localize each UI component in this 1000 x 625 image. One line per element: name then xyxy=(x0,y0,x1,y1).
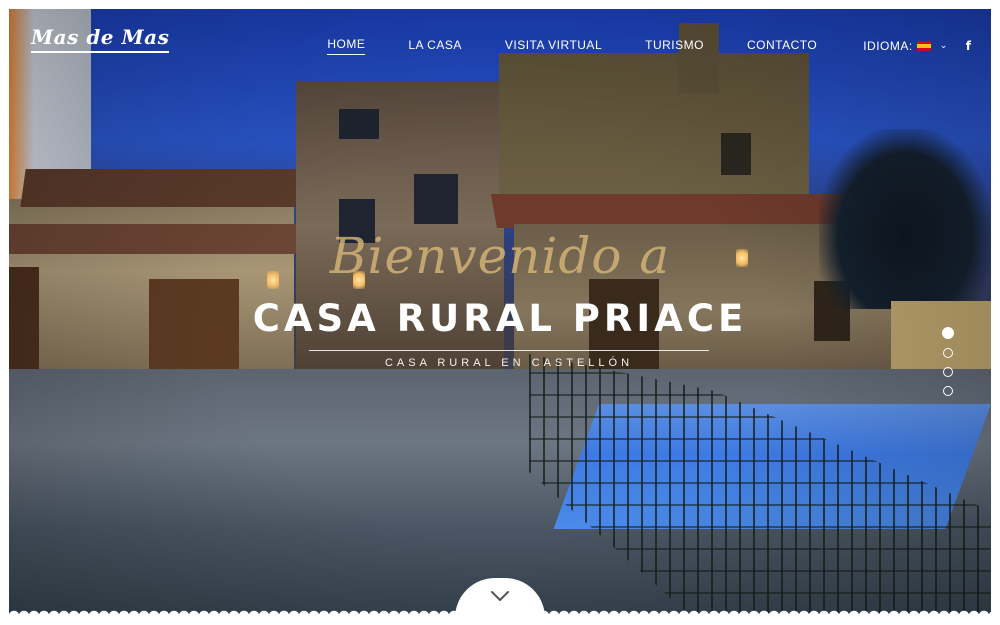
slider-dot-4[interactable] xyxy=(943,386,953,396)
language-selector[interactable]: IDIOMA: ⌄ xyxy=(863,39,948,53)
slider-dot-2[interactable] xyxy=(943,348,953,358)
hero-title: CASA RURAL PRIACE xyxy=(252,297,748,340)
nav-item-turismo[interactable]: TURISMO xyxy=(645,38,704,55)
slider-dot-3[interactable] xyxy=(943,367,953,377)
hero-subtitle: CASA RURAL EN CASTELLÓN xyxy=(384,357,634,369)
slider-dots xyxy=(942,327,954,405)
chevron-down-icon: ⌄ xyxy=(939,39,948,50)
spain-flag-icon xyxy=(916,41,931,51)
main-nav: HOME LA CASA VISITA VIRTUAL TURISMO CONT… xyxy=(284,37,971,55)
welcome-script: Bienvenido a xyxy=(329,227,671,285)
hero-background: Mas de Mas HOME LA CASA VISITA VIRTUAL T… xyxy=(9,9,991,616)
nav-item-visita-virtual[interactable]: VISITA VIRTUAL xyxy=(505,38,602,55)
language-label: IDIOMA: xyxy=(863,39,913,53)
divider xyxy=(309,350,709,351)
chevron-down-icon xyxy=(491,591,509,601)
slider-dot-1[interactable] xyxy=(942,327,954,339)
nav-item-contacto[interactable]: CONTACTO xyxy=(747,38,817,55)
site-logo[interactable]: Mas de Mas xyxy=(31,25,170,53)
facebook-icon[interactable]: f xyxy=(966,39,971,53)
nav-item-la-casa[interactable]: LA CASA xyxy=(408,38,462,55)
nav-item-home[interactable]: HOME xyxy=(327,37,366,55)
hero-subtitle-block: CASA RURAL EN CASTELLÓN xyxy=(309,350,709,369)
